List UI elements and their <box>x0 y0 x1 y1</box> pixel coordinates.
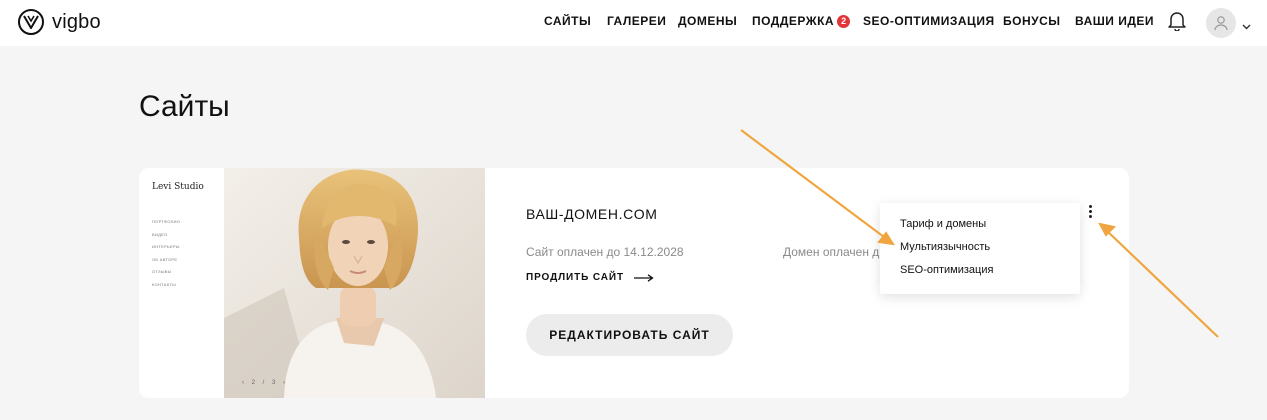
preview-menu-item: портфолио <box>152 219 181 224</box>
preview-menu-item: отзывы <box>152 269 172 274</box>
nav-item-support[interactable]: ПОДДЕРЖКА 2 <box>752 14 851 28</box>
preview-pager: ‹ 2 / 3 › <box>242 380 289 386</box>
site-paid-until: Сайт оплачен до 14.12.2028 <box>526 245 684 259</box>
more-options-icon[interactable] <box>1086 204 1096 218</box>
preview-sidebar: Levi Studio портфолио видео интерьеры об… <box>139 168 224 398</box>
page-title: Сайты <box>139 90 230 123</box>
extend-site-label: ПРОДЛИТЬ САЙТ <box>526 272 624 283</box>
avatar[interactable] <box>1206 8 1236 38</box>
preview-menu-item: контакты <box>152 281 176 287</box>
arrow-right-icon <box>633 273 654 282</box>
nav-item-sites[interactable]: САЙТЫ <box>544 14 591 28</box>
top-navigation-bar: vigbo САЙТЫ ГАЛЕРЕИ ДОМЕНЫ ПОДДЕРЖКА 2 SE… <box>0 0 1267 46</box>
site-options-menu: Тариф и домены Мультиязычность SEO-оптим… <box>880 203 1080 294</box>
preview-menu: портфолио видео интерьеры об авторе отзы… <box>152 220 180 295</box>
support-badge: 2 <box>837 15 851 28</box>
preview-photo: ‹ 2 / 3 › <box>224 168 485 398</box>
menu-item-multilanguage[interactable]: Мультиязычность <box>900 241 990 253</box>
menu-item-seo[interactable]: SEO-оптимизация <box>900 264 993 276</box>
logo[interactable]: vigbo <box>18 9 101 35</box>
domain-paid-until: Домен оплачен д <box>783 245 880 259</box>
portrait-image <box>224 168 485 398</box>
nav-item-bonuses[interactable]: БОНУСЫ <box>1003 14 1061 28</box>
nav-item-seo[interactable]: SEO-ОПТИМИЗАЦИЯ <box>863 14 995 28</box>
site-preview[interactable]: Levi Studio портфолио видео интерьеры об… <box>139 168 485 398</box>
logo-text: vigbo <box>52 10 101 33</box>
preview-brand: Levi Studio <box>152 182 204 192</box>
edit-site-button[interactable]: РЕДАКТИРОВАТЬ САЙТ <box>526 314 733 356</box>
extend-site-link[interactable]: ПРОДЛИТЬ САЙТ <box>526 272 654 283</box>
logo-icon <box>18 9 44 35</box>
preview-menu-item: интерьеры <box>152 244 180 249</box>
nav-item-domains[interactable]: ДОМЕНЫ <box>678 14 737 28</box>
menu-item-tariff-domains[interactable]: Тариф и домены <box>900 218 986 230</box>
bell-icon[interactable] <box>1168 11 1186 36</box>
user-icon <box>1214 16 1228 31</box>
nav-item-galleries[interactable]: ГАЛЕРЕИ <box>607 14 666 28</box>
chevron-down-icon[interactable] <box>1242 17 1251 35</box>
site-domain[interactable]: ВАШ-ДОМЕН.COM <box>526 206 658 222</box>
nav-item-ideas[interactable]: ВАШИ ИДЕИ <box>1075 14 1154 28</box>
